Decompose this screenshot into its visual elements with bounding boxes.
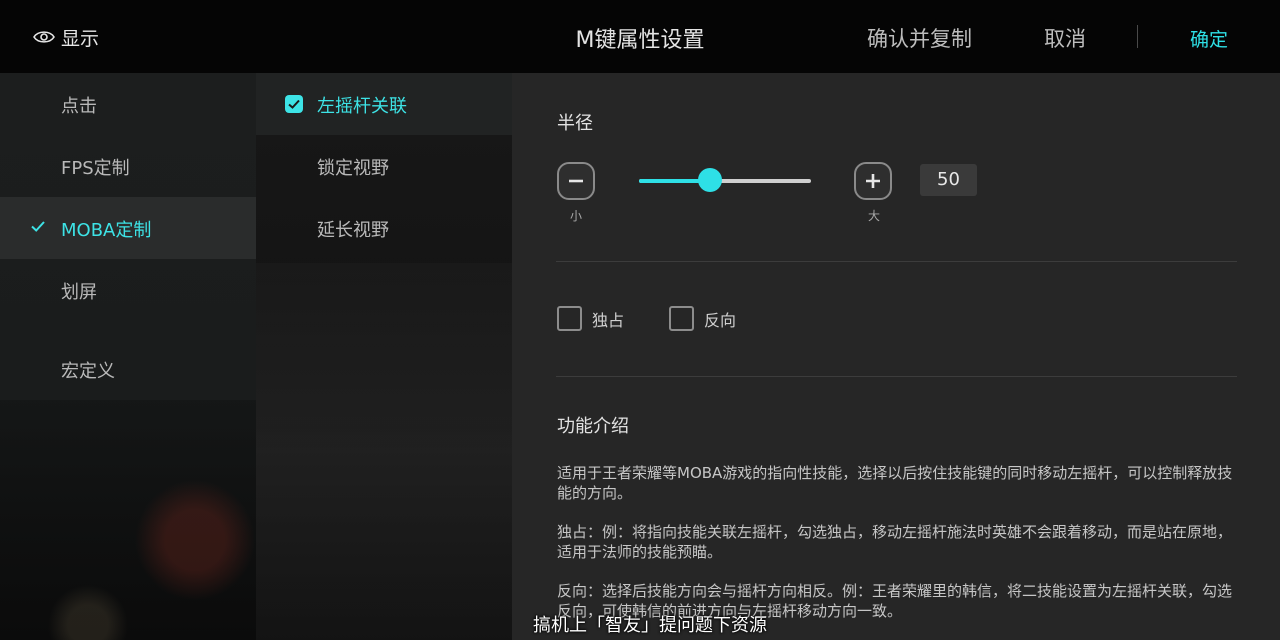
sub-option-list: 左摇杆关联 锁定视野 延长视野 (256, 73, 512, 640)
exclusive-checkbox[interactable]: 独占 (557, 306, 624, 331)
category-label: 宏定义 (61, 361, 115, 382)
radius-value: 50 (920, 164, 977, 196)
category-item-click[interactable]: 点击 (0, 73, 256, 135)
checkbox-unchecked-icon (669, 306, 694, 331)
category-item-fps[interactable]: FPS定制 (0, 135, 256, 197)
radius-min-label: 小 (570, 209, 583, 223)
settings-panel: 半径 小 大 50 独占 反向 功能介绍 适用于王者荣耀等MOBA游戏的指向性技… (512, 73, 1280, 640)
page-title: M键属性设置 (575, 28, 705, 53)
category-item-swipe[interactable]: 划屏 (0, 259, 256, 321)
ok-button[interactable]: 确定 (1190, 25, 1228, 52)
sub-option-extend-view[interactable]: 延长视野 (256, 197, 512, 259)
radius-slider-thumb[interactable] (697, 168, 722, 192)
watermark-text: 搞机上「智友」提问题下资源 (533, 615, 767, 636)
plus-icon (866, 174, 880, 188)
background-game-art (0, 400, 256, 640)
category-label: MOBA定制 (61, 220, 152, 241)
radius-slider[interactable] (639, 168, 811, 192)
section-divider (556, 261, 1237, 262)
category-label: 划屏 (61, 282, 97, 303)
reverse-checkbox[interactable]: 反向 (669, 306, 736, 331)
category-item-moba[interactable]: MOBA定制 (0, 197, 256, 259)
decrease-radius-button[interactable] (557, 162, 595, 200)
radius-title: 半径 (557, 113, 593, 134)
radius-max-label: 大 (868, 209, 881, 223)
cancel-button[interactable]: 取消 (1044, 23, 1086, 53)
top-bar: 显示 M键属性设置 确认并复制 取消 确定 (0, 0, 1280, 73)
intro-title: 功能介绍 (557, 416, 629, 437)
checkbox-checked-icon (285, 95, 303, 113)
reverse-label: 反向 (704, 310, 737, 330)
intro-paragraph: 适用于王者荣耀等MOBA游戏的指向性技能，选择以后按住技能键的同时移动左摇杆，可… (557, 464, 1233, 502)
checkbox-unchecked-icon (557, 306, 582, 331)
category-list: 点击 FPS定制 MOBA定制 划屏 宏定义 (0, 73, 256, 640)
category-label: FPS定制 (61, 158, 130, 179)
exclusive-label: 独占 (592, 310, 625, 330)
confirm-and-copy-button[interactable]: 确认并复制 (867, 23, 972, 53)
sub-option-label: 锁定视野 (317, 158, 389, 179)
section-divider (556, 376, 1237, 377)
minus-icon (569, 179, 583, 183)
category-item-macro[interactable]: 宏定义 (0, 338, 256, 400)
sub-option-lock-view[interactable]: 锁定视野 (256, 135, 512, 197)
sub-option-left-stick-link[interactable]: 左摇杆关联 (256, 73, 512, 135)
sub-option-label: 左摇杆关联 (317, 96, 407, 117)
intro-paragraph: 独占：例：将指向技能关联左摇杆，勾选独占，移动左摇杆施法时英雄不会跟着移动，而是… (557, 523, 1233, 561)
sub-option-label: 延长视野 (317, 220, 389, 241)
toolbar-divider (1137, 25, 1138, 48)
background-game-art (256, 263, 512, 640)
category-label: 点击 (61, 96, 97, 117)
increase-radius-button[interactable] (854, 162, 892, 200)
checkmark-icon (31, 221, 45, 232)
